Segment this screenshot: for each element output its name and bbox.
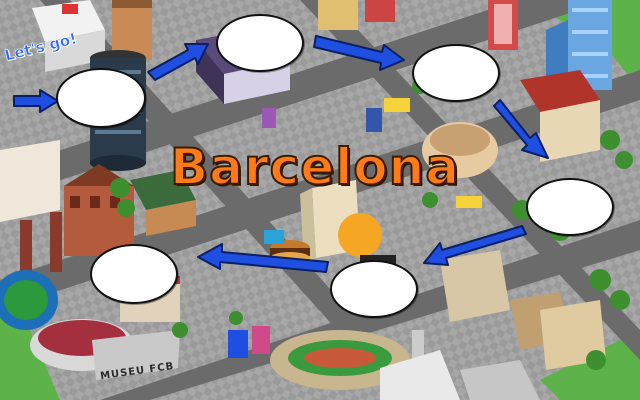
speech-bubble-2[interactable]: [216, 14, 304, 72]
speech-bubble-5[interactable]: [330, 260, 418, 318]
speech-bubble-1[interactable]: [56, 68, 146, 128]
speech-bubble-4[interactable]: [526, 178, 614, 236]
speech-bubble-6[interactable]: [90, 244, 178, 304]
speech-bubble-3[interactable]: [412, 44, 500, 102]
